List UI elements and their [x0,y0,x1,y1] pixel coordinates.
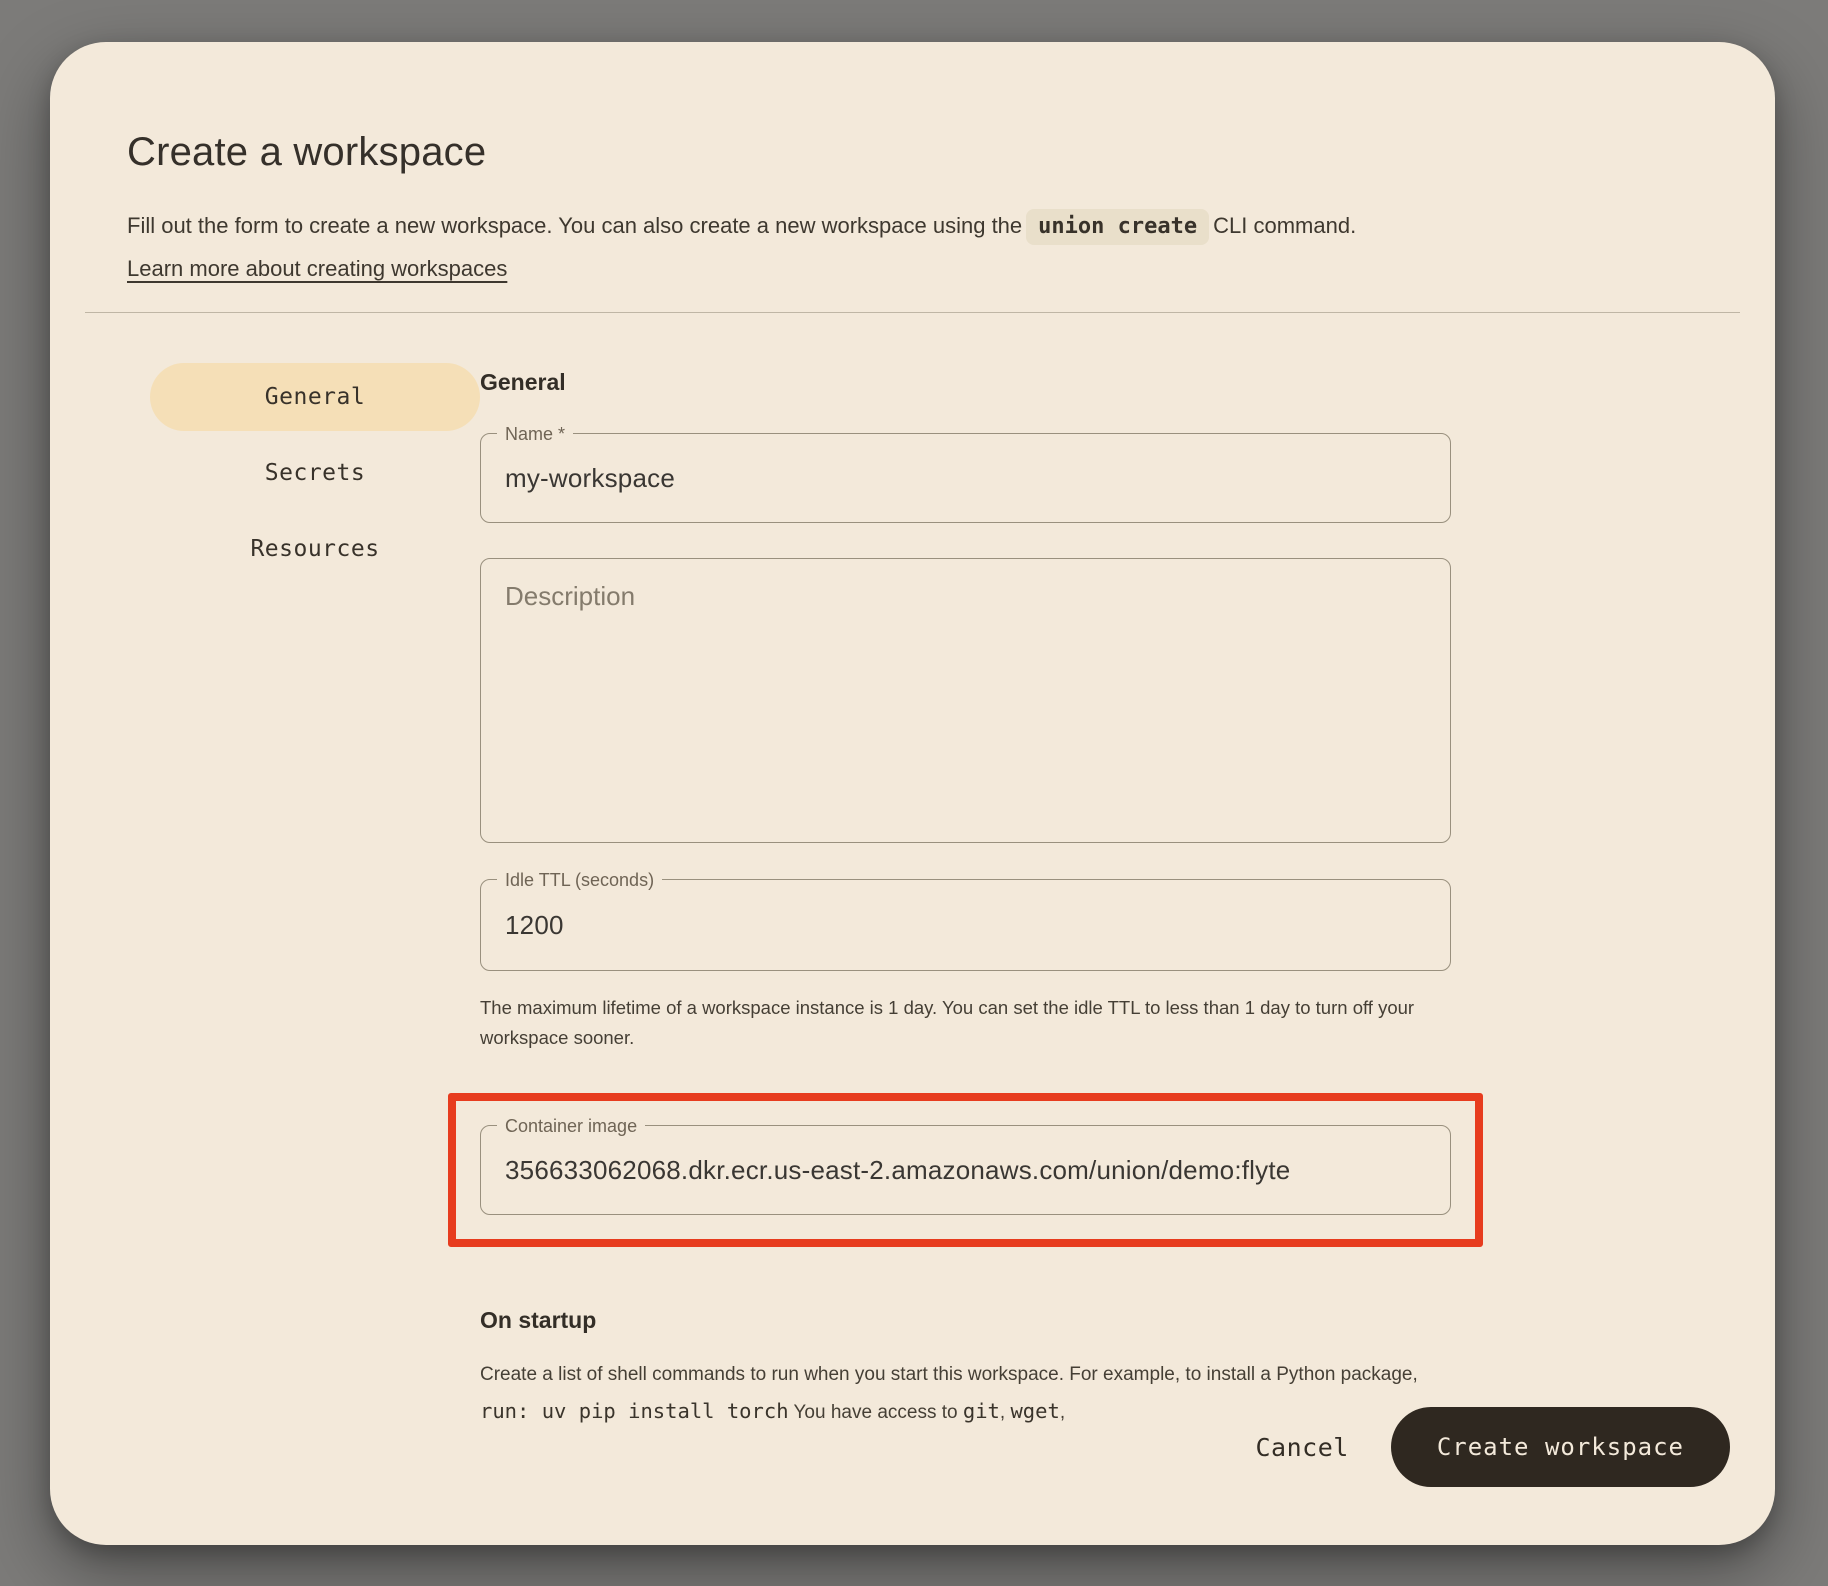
section-heading-general: General [480,369,1451,395]
section-heading-on-startup: On startup [480,1307,1451,1333]
dialog-content: General Secrets Resources General Name *… [50,313,1775,1431]
inline-code: git [963,1399,1000,1423]
intro-text-before: Fill out the form to create a new worksp… [127,213,1022,238]
text-segment: Create a list of shell commands to run w… [480,1364,1418,1385]
intro-text-after: CLI command. [1213,213,1356,238]
dialog-title: Create a workspace [127,128,1695,176]
description-field[interactable]: Description [480,558,1451,843]
tab-resources-label: Resources [250,536,379,562]
cli-command-chip: union create [1026,209,1209,245]
container-image-field[interactable]: Container image 356633062068.dkr.ecr.us-… [480,1125,1451,1215]
idle-ttl-field[interactable]: Idle TTL (seconds) 1200 [480,879,1451,971]
idle-ttl-field-value: 1200 [505,910,1426,941]
dialog-header: Create a workspace Fill out the form to … [50,42,1775,287]
workspace-form: General Name * my-workspace Description … [480,313,1451,1431]
create-workspace-dialog: Create a workspace Fill out the form to … [50,42,1775,1545]
container-image-field-value: 356633062068.dkr.ecr.us-east-2.amazonaws… [505,1155,1426,1186]
inline-code: run: uv pip install torch [480,1399,789,1423]
create-workspace-button[interactable]: Create workspace [1391,1407,1730,1487]
section-tabs: General Secrets Resources [150,313,480,1431]
tab-resources[interactable]: Resources [150,515,480,583]
text-segment: , [1060,1402,1065,1423]
learn-more-link[interactable]: Learn more about creating workspaces [127,251,507,287]
tab-general-label: General [265,384,365,410]
dialog-footer: Cancel Create workspace [1256,1407,1731,1487]
container-image-field-label: Container image [497,1113,645,1139]
name-field[interactable]: Name * my-workspace [480,433,1451,523]
inline-code: wget [1010,1399,1059,1423]
name-field-value: my-workspace [505,463,1426,494]
idle-ttl-helper-text: The maximum lifetime of a workspace inst… [480,993,1451,1053]
tab-secrets[interactable]: Secrets [150,439,480,507]
tab-general[interactable]: General [150,363,480,431]
cancel-button[interactable]: Cancel [1256,1433,1349,1462]
name-field-label: Name * [497,421,573,447]
text-segment: , [1000,1402,1011,1423]
dialog-intro: Fill out the form to create a new worksp… [127,208,1695,245]
text-segment: You have access to [789,1402,963,1423]
tab-secrets-label: Secrets [265,460,365,486]
idle-ttl-field-label: Idle TTL (seconds) [497,867,662,893]
annotation-highlight-box: Container image 356633062068.dkr.ecr.us-… [448,1093,1483,1247]
description-placeholder: Description [505,581,635,612]
